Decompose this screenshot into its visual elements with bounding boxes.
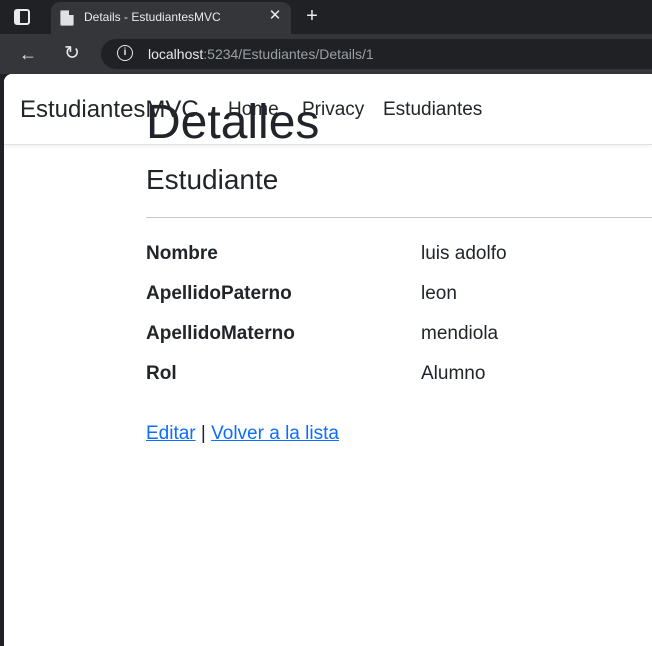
nav-link-estudiantes[interactable]: Estudiantes <box>383 99 482 121</box>
back-to-list-link[interactable]: Volver a la lista <box>211 423 339 444</box>
page-favicon-icon <box>60 10 74 26</box>
edit-link[interactable]: Editar <box>146 423 196 444</box>
detail-actions: Editar | Volver a la lista <box>146 423 339 445</box>
reload-icon[interactable]: ↻ <box>61 43 83 65</box>
new-tab-icon[interactable]: + <box>302 6 322 26</box>
browser-tab[interactable]: Details - EstudiantesMVC ✕ <box>51 2 291 34</box>
tab-actions-icon[interactable] <box>14 9 30 25</box>
field-value-apellido-paterno: leon <box>421 283 457 304</box>
url-path: :5234/Estudiantes/Details/1 <box>203 46 374 62</box>
back-arrow-icon[interactable]: ← <box>17 43 39 65</box>
close-tab-icon[interactable]: ✕ <box>267 8 283 24</box>
actions-separator: | <box>200 423 206 444</box>
site-info-icon[interactable]: i <box>117 45 133 61</box>
field-label-apellido-paterno: ApellidoPaterno <box>146 283 292 304</box>
tab-title: Details - EstudiantesMVC <box>84 10 221 24</box>
page-viewport: EstudiantesMVC Home Privacy Estudiantes <box>4 74 652 646</box>
tab-strip: Details - EstudiantesMVC ✕ + <box>0 0 652 34</box>
field-value-rol: Alumno <box>421 363 486 384</box>
field-value-nombre: luis adolfo <box>421 243 507 264</box>
field-label-nombre: Nombre <box>146 243 218 264</box>
page-title: Detalles <box>146 96 320 149</box>
site-navbar: EstudiantesMVC Home Privacy Estudiantes <box>4 74 652 145</box>
url-text[interactable]: localhost:5234/Estudiantes/Details/1 <box>148 46 374 62</box>
field-value-apellido-materno: mendiola <box>421 323 499 344</box>
field-label-rol: Rol <box>146 363 177 384</box>
page-subtitle: Estudiante <box>146 164 279 195</box>
url-host: localhost <box>148 46 204 62</box>
field-label-apellido-materno: ApellidoMaterno <box>146 323 295 344</box>
divider <box>146 217 652 218</box>
